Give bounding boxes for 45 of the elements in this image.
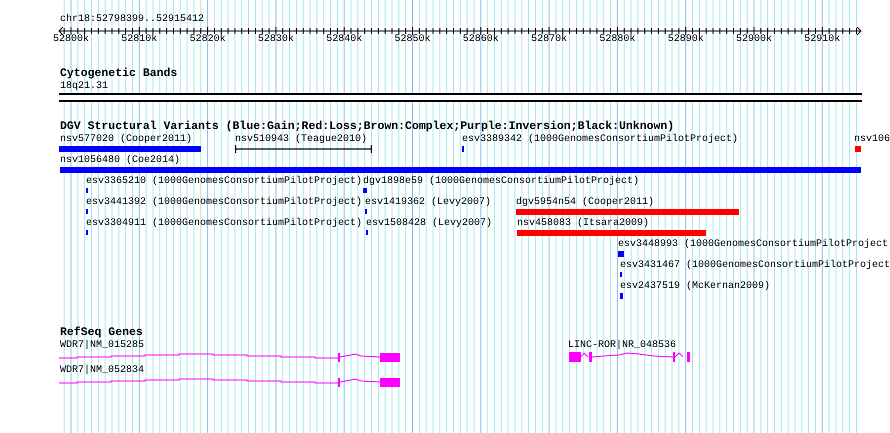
variant-bar[interactable] bbox=[363, 188, 367, 193]
variant-label: esv3365210 (1000GenomesConsortiumPilotProject) bbox=[86, 176, 362, 188]
variant-bar[interactable] bbox=[618, 251, 624, 257]
tick-label: 52880k bbox=[599, 34, 636, 46]
variant-bar[interactable] bbox=[855, 146, 861, 152]
track-title: Cytogenetic Bands bbox=[60, 67, 178, 81]
track-title: DGV Structural Variants (Blue:Gain;Red:Loss;Brown:Complex;Purple:Inversion;Black:Unknown) bbox=[60, 120, 674, 134]
gene-label[interactable]: LINC-ROR|NR_048536 bbox=[568, 340, 676, 352]
variant-label: esv1419362 (Levy2007) bbox=[365, 197, 492, 209]
variant-label: nsv1056480 (Coe2014) bbox=[60, 155, 180, 167]
variant-bar[interactable] bbox=[60, 167, 861, 173]
tick-label: 52820k bbox=[190, 34, 226, 46]
tick-label: 52800k bbox=[53, 34, 90, 46]
variant-label: esv2437519 (McKernan2009) bbox=[620, 281, 770, 293]
variant-label: dgv1898e59 (1000GenomesConsortiumPilotProject) bbox=[363, 176, 640, 188]
band-label: 18q21.31 bbox=[60, 81, 108, 93]
tick-label: 52910k bbox=[804, 34, 840, 46]
gene-label[interactable]: WDR7|NM_052834 bbox=[60, 365, 144, 377]
variant-bar[interactable] bbox=[620, 293, 623, 299]
tick-label: 52890k bbox=[668, 34, 704, 46]
tick-label: 52900k bbox=[736, 34, 772, 46]
variant-label: dgv5954n54 (Cooper2011) bbox=[516, 197, 654, 209]
track-title: RefSeq Genes bbox=[60, 326, 143, 340]
tick-label: 52870k bbox=[531, 34, 568, 46]
variant-label: esv3304911 (1000GenomesConsortiumPilotProject) bbox=[86, 218, 362, 230]
variant-label: esv3431467 (1000GenomesConsortiumPilotProject bbox=[620, 260, 890, 272]
variant-bar[interactable] bbox=[516, 209, 739, 215]
gene-label[interactable]: WDR7|NM_015285 bbox=[60, 340, 144, 352]
variant-label: nsv510943 (Teague2010) bbox=[235, 134, 368, 146]
tick-label: 52840k bbox=[326, 34, 362, 46]
variant-label: esv3448993 (1000GenomesConsortiumPilotProject bbox=[618, 239, 888, 251]
variant-bar[interactable] bbox=[59, 146, 201, 152]
variant-label: esv3441392 (1000GenomesConsortiumPilotProject) bbox=[86, 197, 362, 209]
tick-label: 52830k bbox=[258, 34, 294, 46]
tick-label: 52810k bbox=[121, 34, 158, 46]
tick-label: 52860k bbox=[462, 34, 499, 46]
variant-label: nsv458083 (Itsara2009) bbox=[517, 218, 650, 230]
variant-interval[interactable] bbox=[235, 145, 372, 153]
variant-label: esv3389342 (1000GenomesConsortiumPilotProject) bbox=[462, 134, 738, 146]
tick-label: 52850k bbox=[394, 34, 431, 46]
location-text: chr18:52798399..52915412 bbox=[60, 14, 204, 26]
variant-bar[interactable] bbox=[517, 230, 706, 236]
variant-label: esv1508428 (Levy2007) bbox=[366, 218, 492, 230]
variant-label: nsv106 bbox=[854, 134, 890, 146]
variant-label: nsv577020 (Cooper2011) bbox=[60, 134, 192, 146]
